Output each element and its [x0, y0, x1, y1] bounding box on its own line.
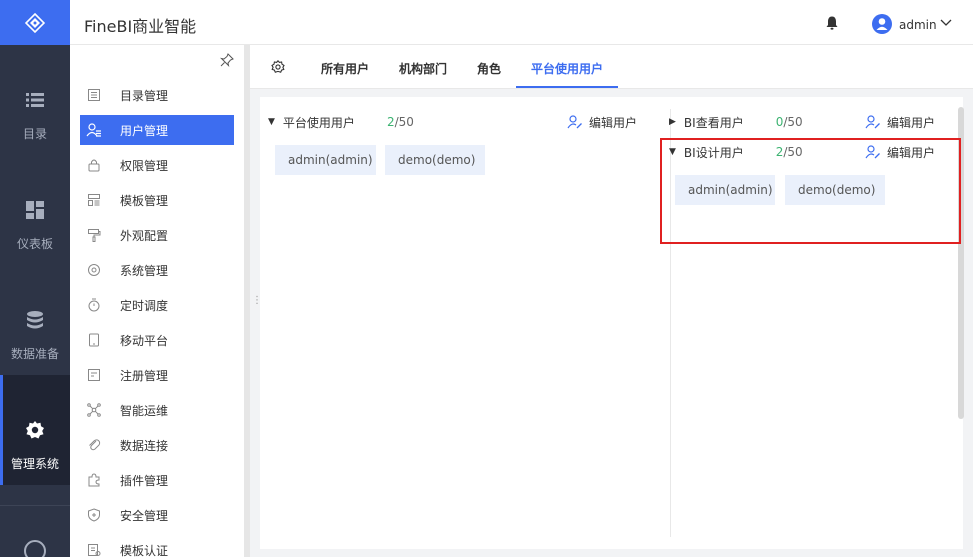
sidebar-item-label: 安全管理 — [120, 508, 169, 523]
sidebar-item-label: 数据连接 — [120, 438, 169, 453]
bell-icon[interactable] — [826, 16, 838, 30]
splitter-handle[interactable]: ⋮ — [252, 295, 262, 306]
tab-all-users[interactable]: 所有用户 — [321, 60, 369, 77]
tab-departments[interactable]: 机构部门 — [399, 60, 447, 77]
caret-right-icon[interactable]: ▶ — [669, 117, 676, 127]
nav-item-label: 管理系统 — [10, 457, 59, 471]
sidebar-item-label: 系统管理 — [120, 263, 169, 278]
nav-item-dashboard[interactable]: 仪表板 — [0, 155, 70, 265]
template-icon — [86, 192, 102, 208]
group-bi-view-users[interactable]: ▶ BI查看用户 0/50 — [669, 113, 803, 131]
shield-icon — [86, 507, 102, 523]
main-area: 所有用户 机构部门 角色 平台使用用户 ▼ 平台使用用户 2/50 编辑用户 a… — [250, 45, 973, 557]
paint-roller-icon — [86, 227, 102, 243]
sidebar-item-label: 移动平台 — [120, 333, 169, 348]
tab-bar: 所有用户 机构部门 角色 平台使用用户 — [250, 45, 973, 89]
nav-item-label: 目录 — [22, 127, 47, 141]
group-platform-users[interactable]: ▼ 平台使用用户 2/50 — [268, 113, 414, 131]
sidebar-item-system[interactable]: 系统管理 — [80, 255, 234, 285]
sidebar-item-label: 用户管理 — [120, 123, 169, 138]
total-count: /50 — [394, 115, 414, 129]
sidebar-item-catalog[interactable]: 目录管理 — [80, 80, 234, 110]
used-count: 2 — [386, 115, 395, 129]
edit-users-button[interactable]: 编辑用户 — [865, 113, 935, 131]
edit-users-label: 编辑用户 — [589, 115, 638, 130]
member-chip[interactable]: demo(demo) — [385, 145, 485, 175]
lock-icon — [86, 157, 102, 173]
caret-down-icon[interactable]: ▼ — [268, 117, 275, 127]
logo-icon — [25, 12, 45, 33]
timer-icon — [86, 297, 102, 313]
sidebar-item-label: 外观配置 — [120, 228, 169, 243]
avatar[interactable] — [872, 14, 892, 34]
member-chip[interactable]: admin(admin) — [275, 145, 376, 175]
catalog-icon — [86, 87, 102, 103]
total-count: /50 — [783, 115, 803, 129]
used-count: 0 — [775, 115, 784, 129]
user-manage-icon — [86, 122, 102, 138]
sidebar-item-label: 模板管理 — [120, 193, 169, 208]
chevron-down-icon[interactable] — [940, 19, 952, 27]
settings-icon — [86, 262, 102, 278]
app-title: FineBI商业智能 — [84, 17, 197, 36]
sidebar-item-appearance[interactable]: 外观配置 — [80, 220, 234, 250]
tab-roles[interactable]: 角色 — [477, 60, 501, 77]
pin-icon[interactable] — [220, 53, 234, 67]
edit-user-icon — [567, 115, 582, 129]
network-icon — [86, 402, 102, 418]
nav-item-data-prep[interactable]: 数据准备 — [0, 265, 70, 375]
nav-item-catalog[interactable]: 目录 — [0, 45, 70, 155]
register-icon — [86, 367, 102, 383]
sidebar-item-register[interactable]: 注册管理 — [80, 360, 234, 390]
group-name: BI查看用户 — [683, 115, 744, 130]
nav-item-admin[interactable]: 管理系统 — [0, 375, 70, 485]
sidebar-item-label: 模板认证 — [120, 543, 169, 557]
logo[interactable] — [0, 0, 70, 45]
sidebar-item-schedule[interactable]: 定时调度 — [80, 290, 234, 320]
sidebar-item-ops[interactable]: 智能运维 — [80, 395, 234, 425]
certify-icon — [86, 542, 102, 557]
sidebar-item-mobile[interactable]: 移动平台 — [80, 325, 234, 355]
settings-icon[interactable] — [271, 60, 285, 74]
sidebar-item-permissions[interactable]: 权限管理 — [80, 150, 234, 180]
group-name: 平台使用用户 — [282, 115, 355, 130]
sidebar-item-label: 目录管理 — [120, 88, 169, 103]
link-icon — [86, 437, 102, 453]
sidebar-item-plugins[interactable]: 插件管理 — [80, 465, 234, 495]
edit-users-button[interactable]: 编辑用户 — [567, 113, 637, 131]
database-icon — [27, 311, 43, 329]
nav-item-label: 数据准备 — [10, 347, 59, 361]
sidebar-item-label: 智能运维 — [120, 403, 169, 418]
admin-sidebar: 目录管理 用户管理 权限管理 模板管理 外观配置 系统管理 定时调度 移动平台 … — [70, 45, 250, 557]
sidebar-item-label: 注册管理 — [120, 368, 169, 383]
nav-divider — [0, 505, 70, 506]
list-icon — [26, 93, 44, 107]
user-avatar-icon — [876, 18, 888, 30]
sidebar-item-label: 定时调度 — [120, 298, 169, 313]
edit-user-icon — [865, 115, 880, 129]
top-header: FineBI商业智能 admin — [70, 0, 973, 45]
sidebar-item-users[interactable]: 用户管理 — [80, 115, 234, 145]
sidebar-item-templates[interactable]: 模板管理 — [80, 185, 234, 215]
gear-icon — [26, 421, 44, 439]
sidebar-item-security[interactable]: 安全管理 — [80, 500, 234, 530]
mobile-icon — [86, 332, 102, 348]
add-icon[interactable] — [24, 540, 46, 557]
user-name[interactable]: admin — [899, 18, 937, 32]
nav-item-label: 仪表板 — [16, 237, 53, 251]
sidebar-item-label: 权限管理 — [120, 158, 169, 173]
sidebar-item-label: 插件管理 — [120, 473, 169, 488]
sidebar-item-certification[interactable]: 模板认证 — [80, 535, 234, 557]
highlight-box — [660, 138, 961, 244]
dashboard-icon — [26, 201, 44, 219]
edit-users-label: 编辑用户 — [887, 115, 936, 130]
puzzle-icon — [86, 472, 102, 488]
main-nav: 目录 仪表板 数据准备 管理系统 — [0, 0, 70, 557]
sidebar-item-data-connection[interactable]: 数据连接 — [80, 430, 234, 460]
active-tab-indicator — [516, 86, 618, 88]
tab-platform-users[interactable]: 平台使用用户 — [531, 60, 603, 77]
